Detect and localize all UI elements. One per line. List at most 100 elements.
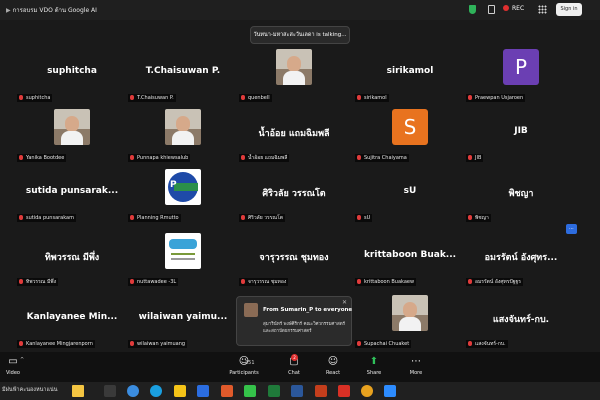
chat-notification[interactable]: From Sumarin_P to everyone สุมาริน์ทร์ พ… xyxy=(236,296,352,346)
decorative-stars-icon xyxy=(72,385,84,397)
muted-mic-icon xyxy=(19,341,23,346)
share-label: Share xyxy=(366,370,382,376)
muted-mic-icon xyxy=(468,341,472,346)
participant-name: อมรรัตน์ อังศุทรปัฐฐร xyxy=(475,279,521,285)
participant-name: JIB xyxy=(475,155,482,161)
avatar: P xyxy=(503,49,539,85)
recording-indicator[interactable]: REC xyxy=(503,5,524,12)
participant-tile[interactable]: อมรรัตน์ อังศุทร... อมรรัตน์ อังศุทรปัฐฐร xyxy=(466,230,576,288)
adobe-icon[interactable] xyxy=(338,385,350,397)
chevron-up-icon[interactable]: ^ xyxy=(20,357,24,363)
muted-mic-icon xyxy=(19,279,23,284)
participant-name: ศิริวลัย วรรณโต xyxy=(248,215,283,221)
chrome-icon[interactable] xyxy=(361,385,373,397)
participant-tile[interactable]: quenbell xyxy=(239,46,349,104)
participant-tile[interactable]: wilaiwan yaimu... wilaiwan yaimuang xyxy=(128,292,238,350)
close-icon[interactable]: ✕ xyxy=(342,299,347,306)
chat-button[interactable]: ▢ 2 Chat xyxy=(284,354,304,376)
muted-mic-icon xyxy=(357,279,361,284)
participant-tile[interactable]: sutida punsarak... sutida punsarakam xyxy=(17,166,127,224)
participant-name: พิชญา xyxy=(475,215,489,221)
task-view-icon[interactable] xyxy=(104,385,116,397)
powerpoint-icon[interactable] xyxy=(221,385,233,397)
more-button[interactable]: ⋯ More xyxy=(406,356,426,376)
participant-label: suphitcha xyxy=(17,94,53,102)
participant-tile[interactable]: nuttawadee -3L xyxy=(128,230,238,288)
participant-name: suphitcha xyxy=(26,95,51,101)
participant-label: น้ำอ้อย แถมฉิมพลี xyxy=(239,154,290,162)
line-app-icon[interactable] xyxy=(244,385,256,397)
copilot-icon[interactable] xyxy=(127,385,139,397)
share-arrow-icon: ⬆ xyxy=(369,356,379,367)
participant-tile[interactable]: krittaboon Buak... krittaboon Buakaew xyxy=(355,230,465,288)
participant-tile[interactable]: Kanlayanee Min... Kanlayanee Mingjarenpor… xyxy=(17,292,127,350)
participants-button[interactable]: ☺ 251 Participants xyxy=(226,356,262,376)
participant-tile[interactable]: sirikamol sirikamol xyxy=(355,46,465,104)
participant-tile[interactable]: แสงจันทร์-กบ. แสงจันทร์-กบ. xyxy=(466,292,576,350)
participant-tile[interactable]: sU sU xyxy=(355,166,465,224)
participant-tile[interactable]: ศิริวลัย วรรณโต ศิริวลัย วรรณโต xyxy=(239,166,349,224)
participant-label: Planning Rmutto xyxy=(128,214,181,222)
excel-icon[interactable] xyxy=(268,385,280,397)
react-label: React xyxy=(325,370,341,376)
file-explorer-icon[interactable] xyxy=(174,385,186,397)
participant-tile[interactable]: ทิพวรรณ มีพึ่ง ทิพวรรณ มีพึ่ง xyxy=(17,230,127,288)
edge-browser-icon[interactable] xyxy=(150,385,162,397)
muted-mic-icon xyxy=(357,341,361,346)
muted-mic-icon xyxy=(468,279,472,284)
weather-widget[interactable]: มีฝนฟ้าคะนองหนาแน่น xyxy=(2,386,58,394)
talking-notice: วันทนา-มหาสะสะวันเลดา is talking... xyxy=(250,26,350,44)
participant-label: อมรรัตน์ อังศุทรปัฐฐร xyxy=(466,278,523,286)
sign-in-button[interactable]: Sign in xyxy=(556,3,582,16)
participant-label: Praewpan Usjaroen xyxy=(466,94,526,102)
view-grid-icon[interactable] xyxy=(538,5,547,14)
acrobat-icon[interactable] xyxy=(315,385,327,397)
muted-mic-icon xyxy=(130,155,134,160)
participant-tile[interactable]: suphitcha suphitcha xyxy=(17,46,127,104)
avatar xyxy=(54,109,90,145)
muted-mic-icon xyxy=(357,155,361,160)
participant-tile[interactable]: S Sujitra Chaiyama xyxy=(355,106,465,164)
document-icon[interactable] xyxy=(488,5,495,14)
participant-label: wilaiwan yaimuang xyxy=(128,340,188,348)
store-icon[interactable] xyxy=(197,385,209,397)
participant-display-name: ศิริวลัย วรรณโต xyxy=(262,189,326,199)
muted-mic-icon xyxy=(468,95,472,100)
word-icon[interactable] xyxy=(291,385,303,397)
triangle-icon: ▶ xyxy=(6,7,11,14)
participant-tile[interactable]: Supachai Chuaket xyxy=(355,292,465,350)
participant-tile[interactable]: JIB JIB xyxy=(466,106,576,164)
participant-tile[interactable]: จารุวรรณ ชุมทอง จารุวรรณ ชุมทอง xyxy=(239,230,349,288)
muted-mic-icon xyxy=(19,95,23,100)
participant-label: ทิพวรรณ มีพึ่ง xyxy=(17,278,59,286)
participant-display-name: แสงจันทร์-กบ. xyxy=(492,315,550,325)
weather-text: มีฝนฟ้าคะนองหนาแน่น xyxy=(2,387,58,393)
zoom-app-icon[interactable] xyxy=(384,385,396,397)
participant-tile[interactable]: T.Chaisuwan P. T.Chaisuwan P. xyxy=(128,46,238,104)
participant-tile[interactable]: P Planning Rmutto xyxy=(128,166,238,224)
participant-display-name: sU xyxy=(403,186,417,196)
participant-name: ทิพวรรณ มีพึ่ง xyxy=(26,279,57,285)
window-title: ▶ การอบรม VDO ด้าน Google AI xyxy=(6,5,97,15)
muted-mic-icon xyxy=(241,155,245,160)
participant-display-name: wilaiwan yaimu... xyxy=(138,312,228,322)
shield-icon[interactable] xyxy=(469,5,476,14)
share-button[interactable]: ⬆ Share xyxy=(364,356,384,376)
participant-name: Sujitra Chaiyama xyxy=(364,155,407,161)
participant-tile[interactable]: พิชญา พิชญา xyxy=(466,166,576,224)
participant-tile[interactable]: P Praewpan Usjaroen xyxy=(466,46,576,104)
participant-name: แสงจันทร์-กบ. xyxy=(475,341,506,347)
react-button[interactable]: ☺ React xyxy=(322,356,344,376)
more-options-icon[interactable]: ⋯ xyxy=(566,224,577,234)
participant-label: sU xyxy=(355,214,373,222)
participant-tile[interactable]: น้ำอ้อย แถมฉิมพลี น้ำอ้อย แถมฉิมพลี xyxy=(239,106,349,164)
participant-tile[interactable]: Punnapa khiewsalub xyxy=(128,106,238,164)
participant-label: Punnapa khiewsalub xyxy=(128,154,191,162)
participant-display-name: Kanlayanee Min... xyxy=(26,312,118,322)
participant-display-name: sutida punsarak... xyxy=(25,186,119,196)
participant-label: krittaboon Buakaew xyxy=(355,278,417,286)
planning-logo: P xyxy=(165,169,201,205)
participant-tile[interactable]: Yanika Bootdee xyxy=(17,106,127,164)
muted-mic-icon xyxy=(357,95,361,100)
participant-name: จารุวรรณ ชุมทอง xyxy=(248,279,287,285)
